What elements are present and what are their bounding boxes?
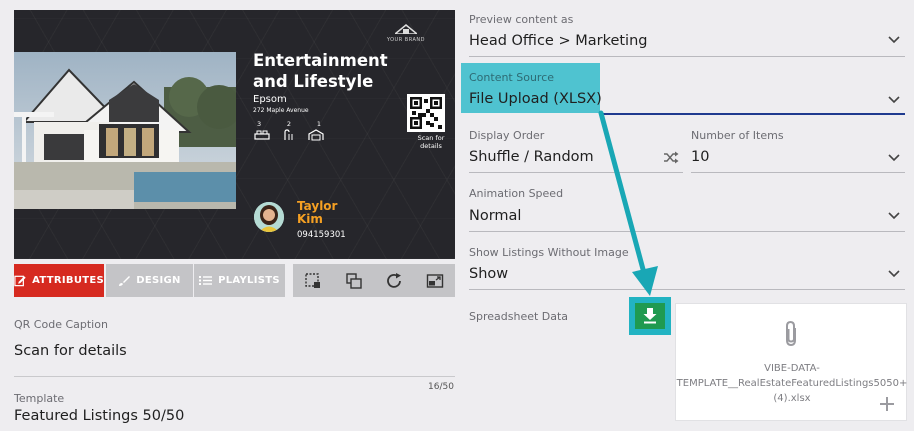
bath-icon — [284, 129, 293, 140]
number-of-items-underline — [691, 172, 905, 173]
download-template-button[interactable] — [629, 297, 671, 335]
preview-tools — [293, 264, 455, 297]
listing-feature-icons — [254, 129, 324, 143]
shuffle-icon — [664, 151, 679, 164]
tab-design-label: DESIGN — [136, 275, 181, 286]
display-order-select[interactable]: Shuffle / Random — [469, 149, 594, 165]
add-file-icon[interactable] — [879, 396, 895, 412]
garage-count: 1 — [316, 120, 321, 128]
content-source-underline — [600, 113, 905, 115]
preview-content-select[interactable]: Head Office > Marketing — [469, 33, 647, 49]
spreadsheet-upload-box[interactable]: VIBE-DATA- TEMPLATE__RealEstateFeaturedL… — [675, 303, 907, 421]
show-listings-select[interactable]: Show — [469, 266, 508, 282]
qr-code — [407, 94, 445, 132]
file-name-line-1: VIBE-DATA- — [764, 363, 820, 374]
qr-caption-input[interactable]: Scan for details — [14, 343, 127, 359]
template-label: Template — [14, 392, 65, 405]
edit-icon — [14, 275, 26, 287]
brand-logo: YOUR BRAND — [387, 24, 425, 43]
number-of-items-label: Number of Items — [691, 129, 784, 142]
tab-attributes[interactable]: ATTRIBUTES — [14, 264, 104, 297]
char-counter: 16/50 — [428, 382, 454, 392]
animation-speed-select[interactable]: Normal — [469, 208, 521, 224]
layers-button[interactable] — [343, 270, 365, 292]
display-order-underline — [469, 172, 683, 173]
animation-speed-label: Animation Speed — [469, 187, 564, 200]
template-preview: YOUR BRAND Entertainment and Lifestyle E… — [14, 10, 455, 259]
preview-content-label: Preview content as — [469, 13, 574, 26]
content-source-label: Content Source — [469, 71, 555, 84]
list-icon — [199, 276, 213, 285]
select-area-button[interactable] — [302, 270, 324, 292]
qr-caption-label: QR Code Caption — [14, 318, 108, 331]
tab-playlists-label: PLAYLISTS — [218, 275, 280, 286]
listing-address: 272 Maple Avenue — [253, 107, 309, 114]
bed-icon — [254, 130, 270, 140]
listing-photo — [14, 52, 236, 209]
download-button-inner — [635, 303, 665, 329]
expand-screen-button[interactable] — [424, 270, 446, 292]
qr-caption-preview: Scan for details — [417, 134, 445, 150]
bedroom-count: 3 — [257, 120, 262, 128]
preview-content-underline — [469, 56, 905, 57]
animation-speed-underline — [469, 231, 905, 232]
tab-design[interactable]: DESIGN — [106, 264, 193, 297]
agent-phone: 094159301 — [297, 230, 346, 240]
bathroom-count: 2 — [286, 120, 292, 128]
display-order-label: Display Order — [469, 129, 545, 142]
agent-last-name: Kim — [297, 212, 323, 226]
chevron-down-icon — [888, 154, 900, 162]
listing-title: Entertainment and Lifestyle — [253, 51, 388, 91]
file-name-line-2: TEMPLATE__RealEstateFeaturedListings5050… — [676, 378, 908, 389]
refresh-button[interactable] — [383, 270, 405, 292]
select-area-icon — [305, 272, 321, 288]
show-listings-label: Show Listings Without Image — [469, 246, 629, 259]
paperclip-icon — [786, 320, 796, 347]
chevron-down-icon — [888, 96, 900, 104]
listing-feature-counts: 3 2 1 — [257, 120, 321, 128]
agent-name: Taylor Kim — [297, 200, 357, 226]
tab-playlists[interactable]: PLAYLISTS — [194, 264, 285, 297]
spreadsheet-data-label: Spreadsheet Data — [469, 310, 569, 323]
show-listings-underline — [469, 289, 905, 290]
chevron-down-icon — [888, 212, 900, 220]
garage-icon — [308, 129, 324, 141]
brush-icon — [119, 275, 131, 286]
refresh-icon — [387, 272, 402, 288]
agent-avatar — [254, 202, 284, 232]
chevron-down-icon — [888, 36, 900, 44]
listing-suburb: Epsom — [253, 94, 287, 105]
uploaded-file-name: VIBE-DATA- TEMPLATE__RealEstateFeaturedL… — [676, 361, 908, 406]
qr-caption-underline — [14, 376, 455, 377]
file-name-line-3: (4).xlsx — [773, 393, 811, 404]
layers-icon — [346, 272, 362, 289]
chevron-down-icon — [888, 270, 900, 278]
content-source-select[interactable]: File Upload (XLSX) — [469, 91, 602, 107]
template-value: Featured Listings 50/50 — [14, 408, 185, 424]
brand-name: YOUR BRAND — [386, 37, 425, 43]
tab-attributes-label: ATTRIBUTES — [32, 275, 104, 286]
expand-screen-icon — [426, 273, 443, 288]
download-icon — [643, 308, 657, 324]
number-of-items-select[interactable]: 10 — [691, 149, 709, 165]
